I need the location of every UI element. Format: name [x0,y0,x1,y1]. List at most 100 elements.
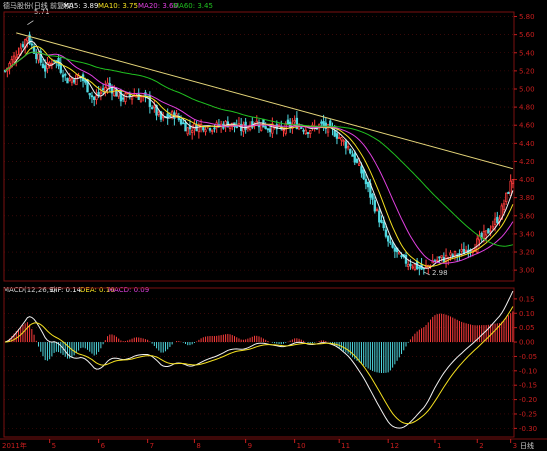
candle-body [489,230,492,233]
candle-body [150,107,154,109]
candle-body [453,251,457,256]
candle-body [168,115,172,118]
candle-body [268,128,272,133]
candle-body [184,122,187,132]
price-tick-label: 3.20 [519,249,535,257]
candle-body [509,180,512,196]
candle-body [346,146,350,149]
candle-body [333,130,336,137]
candle-body [153,105,156,109]
candle-body [496,216,499,223]
candle-body [211,129,214,132]
candle-body [505,192,508,203]
macd-tick-label: -0.10 [519,367,537,375]
candle-body [400,255,403,258]
month-tick-label: 11 [341,442,350,450]
candle-body [61,74,65,78]
candle-body [366,181,370,188]
stock-chart[interactable]: 德马股份(日线 前复权) MA5: 3.89 MA10: 3.75 MA20: … [0,0,547,451]
candle-body [487,228,490,234]
candle-body [491,225,495,229]
month-tick-label: 5 [52,442,56,450]
candle-body [306,132,310,135]
candle-body [335,133,339,139]
candle-body [380,219,383,223]
candle-body [90,95,94,98]
candle-body [407,264,410,267]
candle-body [186,127,189,135]
candle-body [373,200,376,212]
macd-tick-label: -0.15 [519,382,537,390]
candle-body [351,154,354,157]
candle-body [349,148,352,154]
macd-tick-label: 0.10 [519,310,535,318]
candle-body [41,63,45,68]
candle-body [88,92,91,96]
candle-body [411,266,414,269]
candle-body [282,129,285,132]
candle-body [99,91,103,95]
candle-body [502,203,506,210]
candle-body [507,191,510,194]
candle-body [302,129,305,132]
candle-body [358,163,361,166]
candle-body [391,243,394,248]
candle-body [378,210,381,223]
macd-tick-label: 0.15 [519,295,535,303]
candle-body [64,73,67,76]
candle-body [375,209,379,211]
price-tick-label: 4.40 [519,140,535,148]
candle-body [264,126,267,129]
candle-body [286,119,290,124]
month-tick-label: 3 [513,442,517,450]
month-tick-label: 2 [479,442,483,450]
candle-body [293,119,296,123]
candle-body [337,137,341,139]
candle-body [130,96,134,100]
month-tick-label: 10 [297,442,306,450]
candle-body [191,130,194,133]
ma60-label: MA60: 3.45 [173,2,213,10]
ma5-label: MA5: 3.89 [63,2,98,10]
candle-body [35,53,38,60]
price-tick-label: 5.60 [519,31,535,39]
candle-body [37,53,40,61]
candle-body [360,166,363,174]
candle-body [208,128,212,131]
candle-body [382,221,385,229]
candle-body [409,263,412,267]
macd-tick-label: 0.05 [519,324,535,332]
candle-body [157,111,160,115]
candle-body [213,127,216,130]
candle-body [139,96,143,102]
macd-tick-label: -0.25 [519,410,537,418]
candle-body [68,78,71,81]
candle-body [300,127,303,130]
candle-body [355,158,359,163]
candle-body [119,90,123,102]
candle-body [21,44,25,48]
price-tick-label: 5.20 [519,67,535,75]
low-annotation: 2.98 [432,269,448,277]
price-tick-label: 3.80 [519,194,535,202]
candle-body [344,141,348,149]
price-tick-label: 3.00 [519,267,535,275]
candle-body [70,78,74,83]
month-tick-label: 8 [196,442,200,450]
price-tick-label: 4.20 [519,158,535,166]
candle-body [182,122,185,125]
candle-body [204,129,207,133]
candle-body [393,247,397,252]
price-tick-label: 5.40 [519,49,535,57]
macd-tick-label: 0.00 [519,339,535,347]
candle-body [30,43,34,46]
candle-body [326,124,330,133]
month-tick-label: 7 [150,442,154,450]
candle-body [121,97,125,100]
candle-body [44,65,47,72]
candle-body [309,130,312,134]
macd-value-label: MACD: 0.09 [108,286,149,294]
candle-body [179,118,183,125]
candle-body [260,122,263,131]
candle-body [329,120,332,127]
